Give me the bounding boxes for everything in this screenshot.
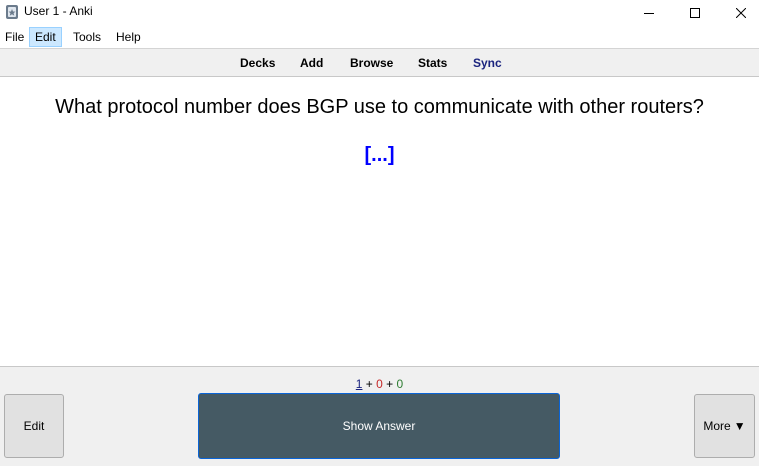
show-answer-label: Show Answer <box>342 419 416 433</box>
edit-button-label: Edit <box>23 419 45 433</box>
edit-button[interactable]: Edit <box>4 394 64 458</box>
maximize-icon <box>690 8 700 18</box>
toolbar-add-link[interactable]: Add <box>300 56 323 70</box>
toolbar-stats-link[interactable]: Stats <box>418 56 447 70</box>
anki-app-icon <box>6 5 18 19</box>
minimize-icon <box>644 13 654 14</box>
count-separator: + <box>382 377 397 391</box>
cloze-placeholder: [...] <box>364 144 395 166</box>
show-answer-button[interactable]: Show Answer <box>198 393 560 459</box>
menu-bar: File Edit Tools Help <box>0 27 759 47</box>
review-count: 0 <box>396 377 404 391</box>
close-button[interactable] <box>718 0 759 26</box>
bottom-bar: 1 + 0 + 0 Edit Show Answer More ▼ <box>0 366 759 466</box>
menu-edit[interactable]: Edit <box>29 27 62 47</box>
window-title: User 1 - Anki <box>24 4 93 18</box>
due-counts: 1 + 0 + 0 <box>0 377 759 391</box>
more-button[interactable]: More ▼ <box>694 394 755 458</box>
maximize-button[interactable] <box>672 0 718 26</box>
card-question: What protocol number does BGP use to com… <box>55 96 704 118</box>
card-review-area: What protocol number does BGP use to com… <box>0 78 759 366</box>
more-button-label: More <box>703 419 731 433</box>
minimize-button[interactable] <box>626 0 672 26</box>
close-icon <box>736 8 746 18</box>
toolbar-browse-link[interactable]: Browse <box>350 56 393 70</box>
dropdown-arrow-icon: ▼ <box>733 419 746 433</box>
menu-tools[interactable]: Tools <box>68 27 106 47</box>
learning-count: 0 <box>376 377 383 391</box>
main-toolbar: Decks Add Browse Stats Sync <box>0 48 759 77</box>
menu-help[interactable]: Help <box>111 27 146 47</box>
title-bar: User 1 - Anki <box>0 0 759 26</box>
count-separator: + <box>362 377 377 391</box>
menu-file[interactable]: File <box>0 27 29 47</box>
toolbar-decks-link[interactable]: Decks <box>240 56 275 70</box>
toolbar-sync-link[interactable]: Sync <box>473 56 502 70</box>
